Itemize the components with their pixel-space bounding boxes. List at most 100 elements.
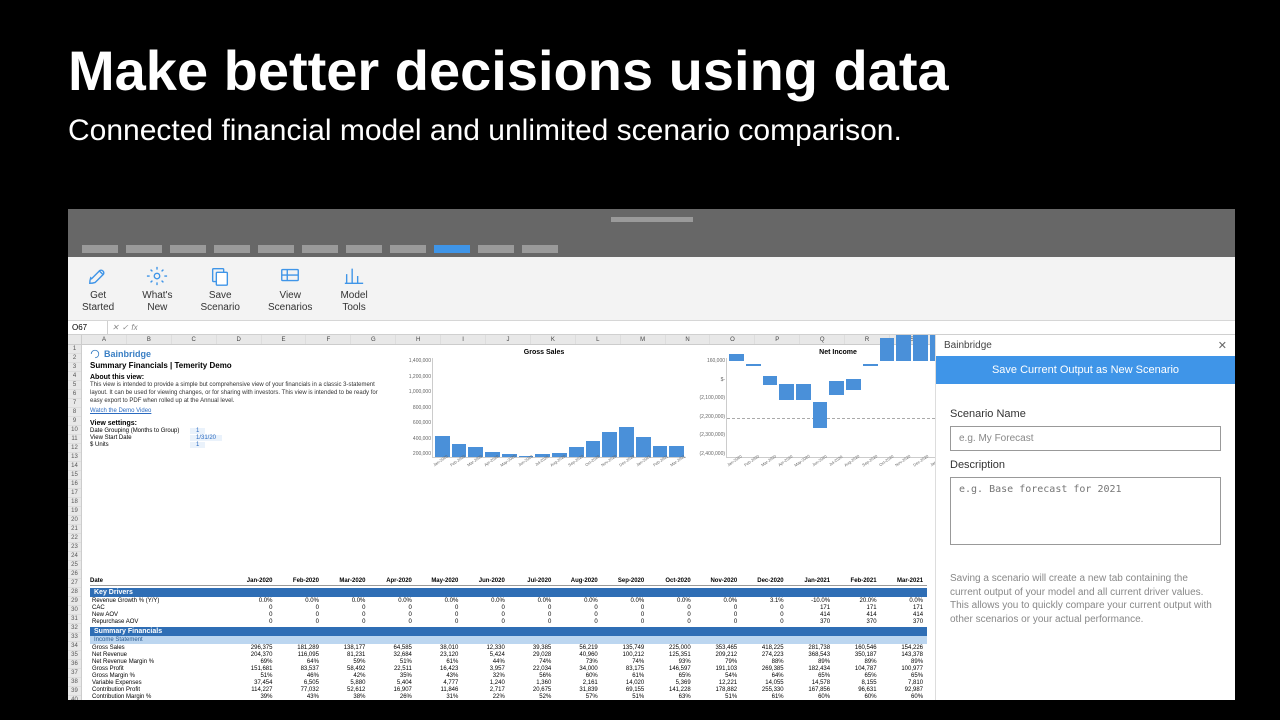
cell[interactable]: 81,231 bbox=[323, 652, 369, 658]
cell[interactable]: 61% bbox=[602, 673, 648, 679]
row-header[interactable]: 28 bbox=[68, 588, 81, 597]
cell[interactable]: 135,749 bbox=[602, 645, 648, 651]
cell[interactable]: 0.0% bbox=[323, 598, 369, 604]
cell[interactable]: 138,177 bbox=[323, 645, 369, 651]
cell[interactable]: 57% bbox=[555, 694, 601, 700]
cell[interactable]: 0 bbox=[555, 619, 601, 625]
cell[interactable]: 104,787 bbox=[834, 666, 880, 672]
row-header[interactable]: 17 bbox=[68, 489, 81, 498]
cell[interactable]: 11,846 bbox=[416, 687, 462, 693]
cell[interactable]: 89% bbox=[881, 659, 927, 665]
cell[interactable]: 0 bbox=[648, 605, 694, 611]
cell[interactable]: 0 bbox=[323, 612, 369, 618]
col-header[interactable]: C bbox=[172, 335, 217, 344]
cell[interactable]: 269,385 bbox=[741, 666, 787, 672]
cell[interactable]: 0.0% bbox=[695, 598, 741, 604]
cell[interactable]: 0 bbox=[555, 612, 601, 618]
ribbon-tab[interactable] bbox=[82, 245, 118, 253]
cell[interactable]: 89% bbox=[788, 659, 834, 665]
cell[interactable]: 37,454 bbox=[230, 680, 276, 686]
ribbon-tab[interactable] bbox=[390, 245, 426, 253]
cell[interactable]: 209,212 bbox=[695, 652, 741, 658]
cell[interactable]: 38% bbox=[323, 694, 369, 700]
ribbon-tab[interactable] bbox=[522, 245, 558, 253]
col-header[interactable]: O bbox=[710, 335, 755, 344]
cell[interactable]: 0.0% bbox=[648, 598, 694, 604]
col-header[interactable]: L bbox=[576, 335, 621, 344]
row-header[interactable]: 25 bbox=[68, 561, 81, 570]
cell[interactable]: 51% bbox=[230, 673, 276, 679]
cell[interactable]: 1,360 bbox=[509, 680, 555, 686]
cell[interactable]: 5,404 bbox=[369, 680, 415, 686]
cell[interactable]: 5,424 bbox=[462, 652, 508, 658]
cell[interactable]: 0.0% bbox=[509, 598, 555, 604]
row-header[interactable]: 22 bbox=[68, 534, 81, 543]
cell[interactable]: 178,882 bbox=[695, 687, 741, 693]
cell[interactable]: 2,161 bbox=[555, 680, 601, 686]
get-started-button[interactable]: Get Started bbox=[78, 263, 118, 316]
cell[interactable]: 0 bbox=[369, 612, 415, 618]
vs-units-value[interactable]: 1 bbox=[190, 442, 205, 448]
close-icon[interactable]: ✕ bbox=[1218, 339, 1227, 352]
save-scenario-action[interactable]: Save Current Output as New Scenario bbox=[936, 356, 1235, 384]
cell[interactable]: 0 bbox=[741, 612, 787, 618]
cell[interactable]: 0 bbox=[555, 605, 601, 611]
cell[interactable]: 151,681 bbox=[230, 666, 276, 672]
cell[interactable]: 22% bbox=[462, 694, 508, 700]
cell[interactable]: 274,223 bbox=[741, 652, 787, 658]
cell[interactable]: 0 bbox=[462, 612, 508, 618]
row-header[interactable]: 29 bbox=[68, 597, 81, 606]
row-header[interactable]: 7 bbox=[68, 399, 81, 408]
row-header[interactable]: 23 bbox=[68, 543, 81, 552]
row-header[interactable]: 27 bbox=[68, 579, 81, 588]
cell[interactable]: 370 bbox=[881, 619, 927, 625]
cell[interactable]: 51% bbox=[369, 659, 415, 665]
cell[interactable]: 204,370 bbox=[230, 652, 276, 658]
row-header[interactable]: 2 bbox=[68, 354, 81, 363]
cell[interactable]: 1,240 bbox=[462, 680, 508, 686]
row-header[interactable]: 39 bbox=[68, 687, 81, 696]
cell[interactable]: 0.0% bbox=[369, 598, 415, 604]
cell[interactable]: 5,369 bbox=[648, 680, 694, 686]
cell[interactable]: 0 bbox=[230, 619, 276, 625]
row-header[interactable]: 33 bbox=[68, 633, 81, 642]
row-header[interactable]: 1 bbox=[68, 345, 81, 354]
cell[interactable]: 38,010 bbox=[416, 645, 462, 651]
cell[interactable]: 414 bbox=[881, 612, 927, 618]
ribbon-tab[interactable] bbox=[170, 245, 206, 253]
cell[interactable]: 0 bbox=[602, 612, 648, 618]
cell[interactable]: 42% bbox=[323, 673, 369, 679]
cell[interactable]: 52% bbox=[509, 694, 555, 700]
cell[interactable]: 0 bbox=[276, 612, 322, 618]
cell[interactable]: 22,034 bbox=[509, 666, 555, 672]
cell[interactable]: 88% bbox=[741, 659, 787, 665]
cell[interactable]: 418,225 bbox=[741, 645, 787, 651]
cell[interactable]: 52,612 bbox=[323, 687, 369, 693]
row-header[interactable]: 26 bbox=[68, 570, 81, 579]
cell[interactable]: 182,434 bbox=[788, 666, 834, 672]
cell[interactable]: 0 bbox=[323, 619, 369, 625]
cell[interactable]: 0 bbox=[509, 619, 555, 625]
cell[interactable]: 0.0% bbox=[416, 598, 462, 604]
row-header[interactable]: 16 bbox=[68, 480, 81, 489]
cell[interactable]: 0 bbox=[369, 619, 415, 625]
col-header[interactable]: I bbox=[441, 335, 486, 344]
ribbon-tab[interactable] bbox=[126, 245, 162, 253]
cell[interactable]: 93% bbox=[648, 659, 694, 665]
cell[interactable]: 16,907 bbox=[369, 687, 415, 693]
col-header[interactable]: E bbox=[262, 335, 307, 344]
cell[interactable]: 114,227 bbox=[230, 687, 276, 693]
cell[interactable]: 143,378 bbox=[881, 652, 927, 658]
cell[interactable]: 0 bbox=[276, 605, 322, 611]
row-header[interactable]: 31 bbox=[68, 615, 81, 624]
ribbon-tab[interactable] bbox=[346, 245, 382, 253]
cell[interactable]: 65% bbox=[648, 673, 694, 679]
cell[interactable]: 370 bbox=[834, 619, 880, 625]
cell[interactable]: 255,330 bbox=[741, 687, 787, 693]
row-header[interactable]: 6 bbox=[68, 390, 81, 399]
cell[interactable]: 0 bbox=[462, 619, 508, 625]
cell[interactable]: 60% bbox=[555, 673, 601, 679]
cell[interactable]: 154,226 bbox=[881, 645, 927, 651]
cell[interactable]: 39% bbox=[230, 694, 276, 700]
cell[interactable]: 14,020 bbox=[602, 680, 648, 686]
